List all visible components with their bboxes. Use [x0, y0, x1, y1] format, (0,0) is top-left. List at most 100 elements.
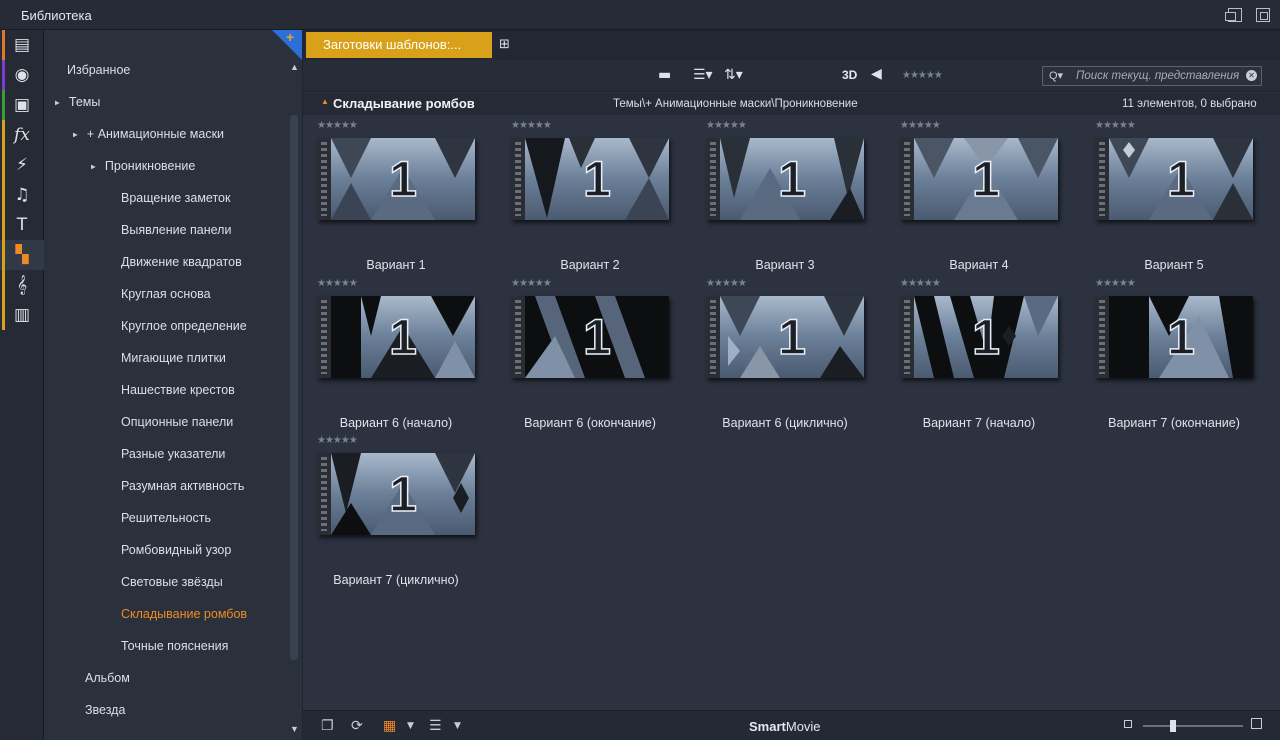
small-thumb-icon[interactable] [1124, 720, 1132, 728]
video-icon[interactable]: ◉ [0, 60, 44, 90]
restore-window-icon[interactable] [1256, 8, 1270, 22]
clear-search-icon[interactable]: ✕ [1246, 70, 1257, 81]
tree-item[interactable]: Круглое определение [121, 316, 247, 336]
item-thumbnail[interactable]: 1 [1095, 296, 1253, 378]
collapse-arrow-icon[interactable]: ▲ [321, 97, 329, 106]
add-plus-icon[interactable]: + [286, 29, 294, 45]
tree-item[interactable]: Альбом [85, 668, 130, 688]
item-thumbnail[interactable]: 1 [317, 453, 475, 535]
view-list-icon[interactable]: ☰▾ [693, 67, 713, 83]
search-input[interactable]: Поиск текущ. представления [1076, 70, 1239, 82]
details-view-icon[interactable]: ☰ [429, 718, 442, 734]
tree-item[interactable]: Вращение заметок [121, 188, 230, 208]
new-tab-icon[interactable]: ⊞ [499, 36, 510, 52]
expand-arrow-icon[interactable]: ▲ [83, 163, 103, 171]
item-rating-stars[interactable]: ★★★★★ [706, 120, 747, 131]
tree-scroll-up-icon[interactable]: ▲ [290, 62, 299, 72]
tree-item[interactable]: Звезда [85, 700, 125, 720]
photo-icon[interactable]: ▣ [0, 90, 44, 120]
tree-item[interactable]: Разумная активность [121, 476, 244, 496]
fx-icon[interactable]: fx [0, 120, 44, 150]
details-view-dropdown-icon[interactable]: ▼ [454, 721, 461, 731]
template-item[interactable]: ★★★★★ 1 Вариант 6 (начало) [303, 278, 475, 436]
tree-item[interactable]: Складывание ромбов [121, 604, 247, 624]
template-item[interactable]: ★★★★★ 1 Вариант 2 [497, 120, 669, 278]
item-rating-stars[interactable]: ★★★★★ [511, 278, 552, 289]
tree-scrollbar[interactable] [290, 115, 298, 660]
scorefitter-icon[interactable]: 𝄞 [0, 270, 44, 300]
expand-arrow-icon[interactable]: ▲ [65, 131, 85, 139]
item-rating-stars[interactable]: ★★★★★ [317, 278, 358, 289]
template-item[interactable]: ★★★★★ 1 Вариант 6 (циклично) [692, 278, 864, 436]
tree-item[interactable]: Выявление панели [121, 220, 231, 240]
tree-item[interactable]: Опционные панели [121, 412, 233, 432]
bottom-bar: ❐ ⟳ ▦ ▼ ☰ ▼ SmartMovie [303, 710, 1280, 740]
large-thumb-icon[interactable] [1251, 718, 1262, 729]
template-item[interactable]: ★★★★★ 1 Вариант 6 (окончание) [497, 278, 669, 436]
search-field[interactable]: Q▾ Поиск текущ. представления ✕ [1042, 66, 1262, 86]
tab-templates[interactable]: Заготовки шаблонов:... [306, 32, 492, 58]
tree-item[interactable]: Разные указатели [121, 444, 225, 464]
item-thumbnail[interactable]: 1 [900, 138, 1058, 220]
item-thumbnail[interactable]: 1 [706, 296, 864, 378]
tree-item[interactable]: ▲ Проникновение [89, 156, 195, 176]
tree-item[interactable]: ▲ + Анимационные маски [71, 124, 224, 144]
item-rating-stars[interactable]: ★★★★★ [317, 435, 358, 446]
music-icon[interactable]: ♫ [0, 180, 44, 210]
item-thumbnail[interactable]: 1 [317, 138, 475, 220]
tree-scroll-down-icon[interactable]: ▼ [290, 724, 299, 734]
grid-view-dropdown-icon[interactable]: ▼ [407, 721, 414, 731]
template-item[interactable]: ★★★★★ 1 Вариант 4 [886, 120, 1058, 278]
montage-icon[interactable]: ▚ [0, 240, 44, 270]
item-rating-stars[interactable]: ★★★★★ [1095, 120, 1136, 131]
projects-icon[interactable]: ▤ [0, 30, 44, 60]
item-rating-stars[interactable]: ★★★★★ [706, 278, 747, 289]
slider-knob[interactable] [1170, 720, 1176, 732]
template-item[interactable]: ★★★★★ 1 Вариант 7 (начало) [886, 278, 1058, 436]
tree-item[interactable]: Решительность [121, 508, 211, 528]
tag-icon[interactable]: ◀ [871, 66, 882, 82]
item-thumbnail[interactable]: 1 [511, 296, 669, 378]
item-thumbnail[interactable]: 1 [1095, 138, 1253, 220]
tree-item[interactable]: Избранное [67, 60, 130, 80]
tree-item[interactable]: Нашествие крестов [121, 380, 235, 400]
thumbnail-size-slider[interactable] [1143, 720, 1243, 732]
tree-item[interactable]: Мигающие плитки [121, 348, 226, 368]
item-rating-stars[interactable]: ★★★★★ [1095, 278, 1136, 289]
template-item[interactable]: ★★★★★ 1 Вариант 3 [692, 120, 864, 278]
3d-filter-button[interactable]: 3D [842, 68, 857, 82]
sort-icon[interactable]: ⇅▾ [724, 67, 743, 83]
rating-filter[interactable]: ★★★★★ [902, 70, 943, 81]
item-thumbnail[interactable]: 1 [317, 296, 475, 378]
item-rating-stars[interactable]: ★★★★★ [900, 278, 941, 289]
item-thumbnail[interactable]: 1 [706, 138, 864, 220]
expand-arrow-icon[interactable]: ▲ [47, 99, 67, 107]
template-item[interactable]: ★★★★★ 1 Вариант 7 (окончание) [1081, 278, 1253, 436]
category-color-bar [2, 180, 5, 210]
template-item[interactable]: ★★★★★ 1 Вариант 7 (циклично) [303, 435, 475, 593]
tree-item-label: Ромбовидный узор [121, 543, 232, 557]
sync-icon[interactable]: ⟳ [351, 718, 363, 734]
folder-icon[interactable]: ▬ [658, 67, 671, 83]
item-thumbnail[interactable]: 1 [900, 296, 1058, 378]
detach-window-icon[interactable] [1225, 8, 1242, 22]
transition-icon[interactable]: ⚡ [0, 150, 44, 180]
smartmovie-button[interactable]: SmartMovie [749, 719, 821, 734]
tree-item[interactable]: Ромбовидный узор [121, 540, 231, 560]
item-thumbnail[interactable]: 1 [511, 138, 669, 220]
item-label: Вариант 3 [755, 258, 815, 272]
tree-item[interactable]: Световые звёзды [121, 572, 223, 592]
tree-item[interactable]: Круглая основа [121, 284, 211, 304]
template-item[interactable]: ★★★★★ 1 Вариант 5 [1081, 120, 1253, 278]
copy-icon[interactable]: ❐ [321, 718, 334, 734]
grid-view-icon[interactable]: ▦ [383, 718, 396, 734]
item-rating-stars[interactable]: ★★★★★ [900, 120, 941, 131]
piano-icon[interactable]: ▥ [0, 300, 44, 330]
item-rating-stars[interactable]: ★★★★★ [317, 120, 358, 131]
tree-item[interactable]: Точные пояснения [121, 636, 228, 656]
tree-item[interactable]: ▲ Темы [53, 92, 100, 112]
item-rating-stars[interactable]: ★★★★★ [511, 120, 552, 131]
template-item[interactable]: ★★★★★ 1 Вариант 1 [303, 120, 475, 278]
title-icon[interactable]: T [0, 210, 44, 240]
tree-item[interactable]: Движение квадратов [121, 252, 242, 272]
